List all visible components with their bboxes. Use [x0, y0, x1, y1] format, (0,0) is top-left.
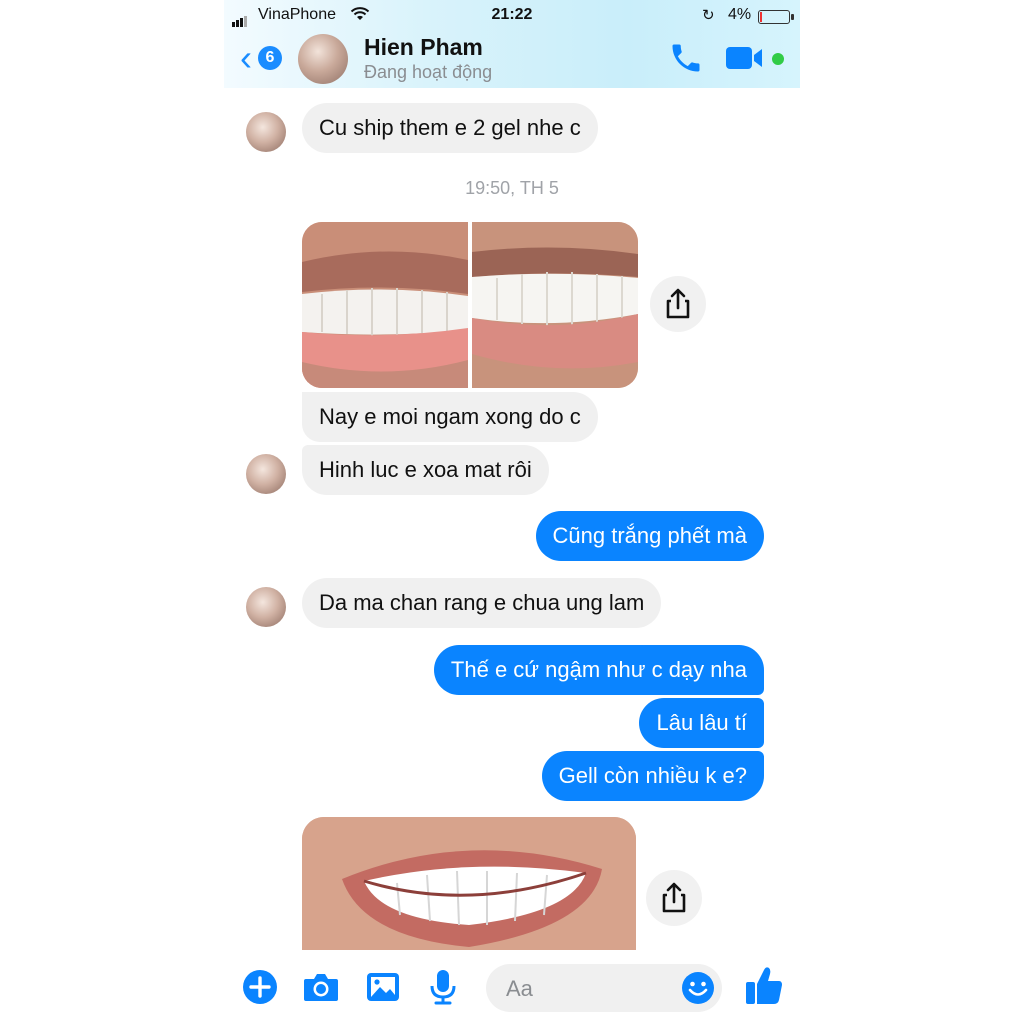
share-icon	[662, 882, 686, 913]
contact-name[interactable]: Hien Pham	[364, 34, 483, 61]
battery-percent: 4%	[728, 6, 752, 23]
sender-avatar[interactable]	[246, 454, 286, 494]
share-icon	[666, 288, 690, 319]
outgoing-message[interactable]: Lâu lâu tí	[639, 698, 764, 748]
camera-icon[interactable]	[302, 968, 340, 1006]
online-indicator	[772, 53, 784, 65]
photo-smile[interactable]	[302, 817, 636, 967]
microphone-icon[interactable]	[424, 968, 462, 1006]
plus-icon[interactable]	[241, 968, 279, 1006]
video-icon[interactable]	[726, 44, 768, 72]
incoming-message[interactable]: Cu ship them e 2 gel nhe c	[302, 103, 598, 153]
status-bar: VinaPhone 21:22 ↻ 4%	[224, 4, 800, 27]
back-chevron-icon[interactable]: ‹	[240, 40, 252, 76]
incoming-message[interactable]: Da ma chan rang e chua ung lam	[302, 578, 662, 628]
like-icon[interactable]	[744, 964, 784, 1006]
outgoing-message[interactable]: Gell còn nhiều k e?	[541, 751, 764, 801]
sender-avatar[interactable]	[246, 112, 286, 152]
outgoing-message[interactable]: Cũng trắng phết mà	[535, 511, 764, 561]
contact-status: Đang hoạt động	[364, 62, 493, 82]
messenger-screen: VinaPhone 21:22 ↻ 4% ‹ 6 Hien Pham Đang …	[224, 0, 800, 1024]
lock-rotation-icon: ↻	[702, 7, 715, 24]
timestamp: 19:50, TH 5	[465, 178, 559, 198]
phone-icon[interactable]	[668, 40, 704, 76]
emoji-icon[interactable]	[680, 970, 716, 1006]
incoming-message[interactable]: Nay e moi ngam xong do c	[302, 392, 598, 442]
contact-avatar[interactable]	[298, 34, 348, 84]
photo-teeth-before[interactable]	[302, 222, 468, 388]
unread-count-badge[interactable]: 6	[258, 46, 282, 70]
gallery-icon[interactable]	[364, 968, 402, 1006]
message-composer[interactable]	[486, 964, 722, 1012]
battery-icon	[758, 10, 794, 24]
photo-teeth-after[interactable]	[472, 222, 638, 388]
share-button[interactable]	[646, 870, 702, 926]
share-button[interactable]	[650, 276, 706, 332]
outgoing-message[interactable]: Thế e cứ ngậm như c dạy nha	[433, 645, 764, 695]
sender-avatar[interactable]	[246, 587, 286, 627]
incoming-message[interactable]: Hinh luc e xoa mat rôi	[302, 445, 549, 495]
top-bar: VinaPhone 21:22 ↻ 4% ‹ 6 Hien Pham Đang …	[224, 0, 800, 88]
message-input[interactable]	[504, 974, 668, 1004]
